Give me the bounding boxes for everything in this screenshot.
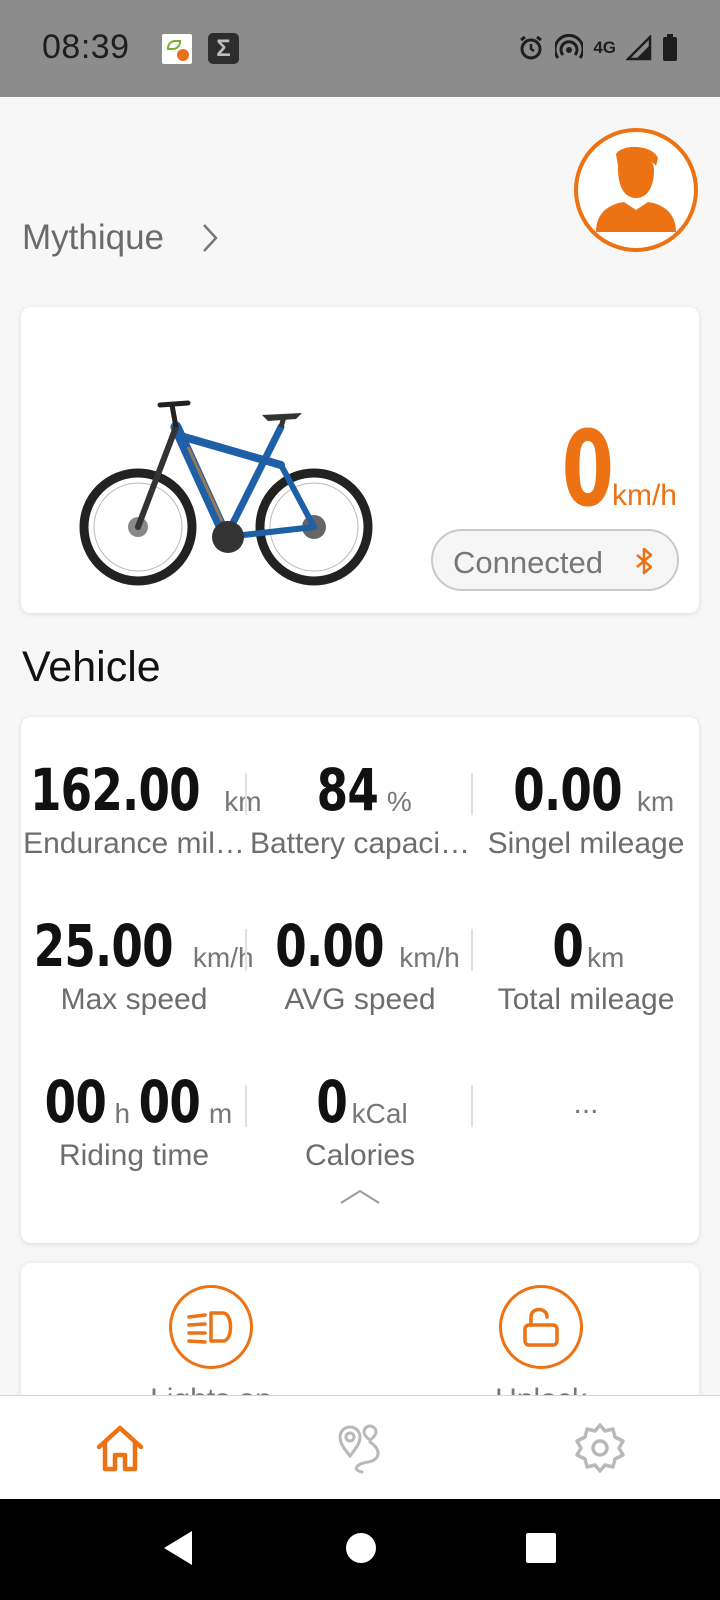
stat-value: 0: [316, 1068, 348, 1136]
stat-unit: km/h: [399, 942, 460, 974]
sigma-app-icon: Σ: [208, 33, 239, 64]
stat-unit-hours: h: [114, 1098, 131, 1130]
chevron-up-icon[interactable]: [339, 1187, 381, 1207]
battery-icon: [663, 34, 677, 61]
nav-home[interactable]: [90, 1418, 150, 1478]
unlock-icon: [499, 1285, 583, 1369]
more-stats-button[interactable]: ...: [473, 1087, 699, 1121]
stat-label: Endurance mil…: [23, 827, 245, 860]
stat-riding-time: 00 h 00 m Riding time: [21, 1061, 247, 1173]
stat-endurance-mileage: 162.00 km Endurance mil…: [21, 749, 261, 861]
stat-unit: kCal: [351, 1098, 408, 1130]
bike-image: [79, 400, 373, 586]
stat-unit: km: [636, 786, 675, 818]
chevron-right-icon[interactable]: [200, 222, 220, 254]
stat-value-hours: 00: [44, 1068, 106, 1136]
speed-unit: km/h: [611, 479, 677, 512]
stat-value: 84: [316, 756, 379, 824]
signal-icon: [626, 35, 652, 61]
home-icon: [96, 1425, 144, 1472]
stat-battery-capacity: 84% Battery capaci…: [247, 749, 473, 861]
alarm-icon: [520, 35, 543, 60]
stat-value: 0.00: [513, 756, 622, 824]
bottom-navigation: [0, 1395, 720, 1499]
hotspot-icon: [555, 34, 584, 59]
stat-total-mileage: 0 km Total mileage: [473, 905, 699, 1017]
stat-value: 0.00: [275, 912, 384, 980]
stat-label: Riding time: [58, 1139, 210, 1172]
stat-label: Singel mileage: [487, 827, 685, 860]
system-navigation-bar: [0, 1499, 720, 1600]
home-button-icon[interactable]: [343, 1529, 379, 1567]
stat-avg-speed: 0.00 km/h AVG speed: [247, 905, 473, 1017]
stat-label: Calories: [304, 1139, 416, 1172]
connection-status-label: Connected: [453, 545, 603, 580]
headlight-icon: [169, 1285, 253, 1369]
recents-icon[interactable]: [523, 1529, 559, 1567]
stat-calories: 0 kCal Calories: [247, 1061, 473, 1173]
connection-status-button[interactable]: Connected: [431, 529, 679, 591]
speed-value: 0: [561, 408, 613, 530]
status-bar: 08:39 Σ 4G: [0, 0, 720, 97]
route-map-icon: [338, 1424, 380, 1474]
stat-unit-minutes: m: [208, 1098, 233, 1130]
status-icons: 4G: [517, 30, 678, 66]
notification-app-icon: [162, 34, 192, 64]
user-avatar-icon[interactable]: [574, 128, 698, 252]
nav-route[interactable]: [330, 1418, 390, 1478]
back-icon[interactable]: [160, 1529, 196, 1567]
nav-settings[interactable]: [570, 1418, 630, 1478]
stat-label: AVG speed: [284, 983, 436, 1016]
stat-single-mileage: 0.00 km Singel mileage: [473, 749, 699, 861]
stat-label: Battery capaci…: [249, 827, 471, 860]
stat-label: Max speed: [60, 983, 208, 1016]
settings-gear-icon: [575, 1423, 625, 1473]
bluetooth-icon: [636, 547, 653, 575]
stat-value: 0: [551, 912, 583, 980]
current-speed: 0 km/h: [542, 417, 677, 521]
stat-max-speed: 25.00 km/h Max speed: [21, 905, 254, 1017]
stat-label: Total mileage: [497, 983, 675, 1016]
status-time: 08:39: [42, 28, 130, 66]
network-type: 4G: [593, 38, 616, 57]
stat-value-minutes: 00: [138, 1068, 201, 1136]
stat-unit: %: [386, 786, 412, 818]
device-name[interactable]: Mythique: [22, 218, 164, 258]
more-stats-label: ...: [573, 1087, 599, 1120]
stat-value: 162.00: [30, 756, 201, 824]
section-title-vehicle: Vehicle: [22, 643, 161, 691]
vehicle-stats-card: 162.00 km Endurance mil… 84% Battery capa…: [21, 717, 699, 1243]
stat-value: 25.00: [34, 912, 174, 980]
bike-status-card: 0 km/h Connected: [21, 307, 699, 613]
stat-unit: km: [587, 942, 625, 974]
